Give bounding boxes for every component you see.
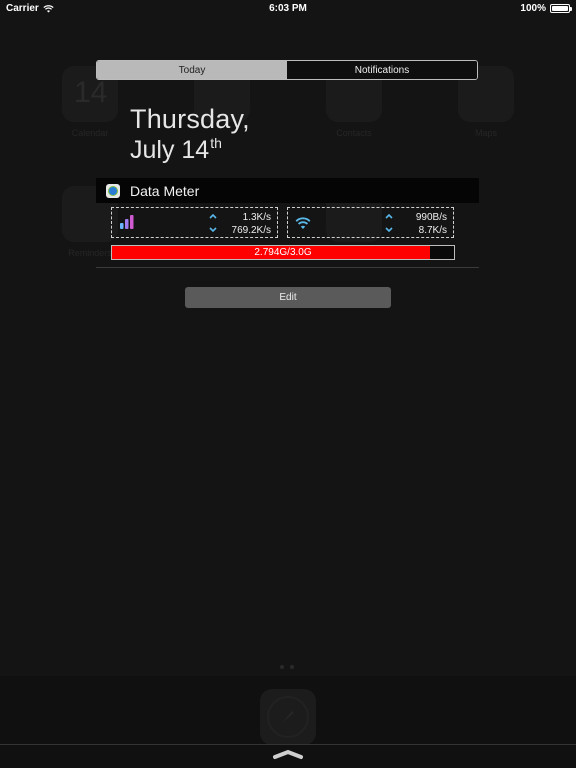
safari-app-icon [260,689,316,745]
date-month-day-text: July 14 [130,136,210,164]
date-month-day: July 14th [130,135,222,165]
status-time: 6:03 PM [269,3,307,14]
widget-divider [96,267,479,268]
widget-header[interactable]: Data Meter [96,178,479,203]
maps-label: Maps [474,128,497,138]
date-weekday: Thursday, [130,104,250,134]
cellular-updown-icon [208,211,218,238]
tab-today[interactable]: Today [97,61,287,79]
tab-notifications[interactable]: Notifications [287,61,477,79]
data-usage-label: 2.794G/3.0G [254,247,312,258]
view-segmented-control: Today Notifications [96,60,478,80]
cellular-bars-icon [120,215,134,229]
bottom-divider [0,744,576,745]
wifi-icon [295,217,311,229]
contacts-label: Contacts [336,128,372,138]
battery-icon [550,4,572,13]
wifi-stats-box: 990B/s 8.7K/s [287,207,454,238]
data-meter-app-icon [106,183,120,198]
battery-group: 100% [520,3,572,14]
wifi-updown-icon [384,211,394,238]
data-usage-bar: 2.794G/3.0G [111,245,455,260]
wifi-upload-rate: 990B/s [415,212,447,223]
battery-percent: 100% [520,3,546,14]
date-ordinal: th [210,135,222,151]
cellular-download-rate: 769.2K/s [231,225,271,236]
calendar-label: Calendar [71,128,109,138]
edit-button[interactable]: Edit [185,287,391,308]
cellular-stats-box: 1.3K/s 769.2K/s [111,207,278,238]
status-bar: Carrier 6:03 PM 100% [0,0,576,18]
page-indicator [280,665,294,669]
calendar-day: 14 [74,76,108,109]
wifi-download-rate: 8.7K/s [418,225,447,236]
pull-up-handle-icon[interactable] [272,748,304,760]
widget-title: Data Meter [130,182,200,199]
cellular-upload-rate: 1.3K/s [242,212,271,223]
